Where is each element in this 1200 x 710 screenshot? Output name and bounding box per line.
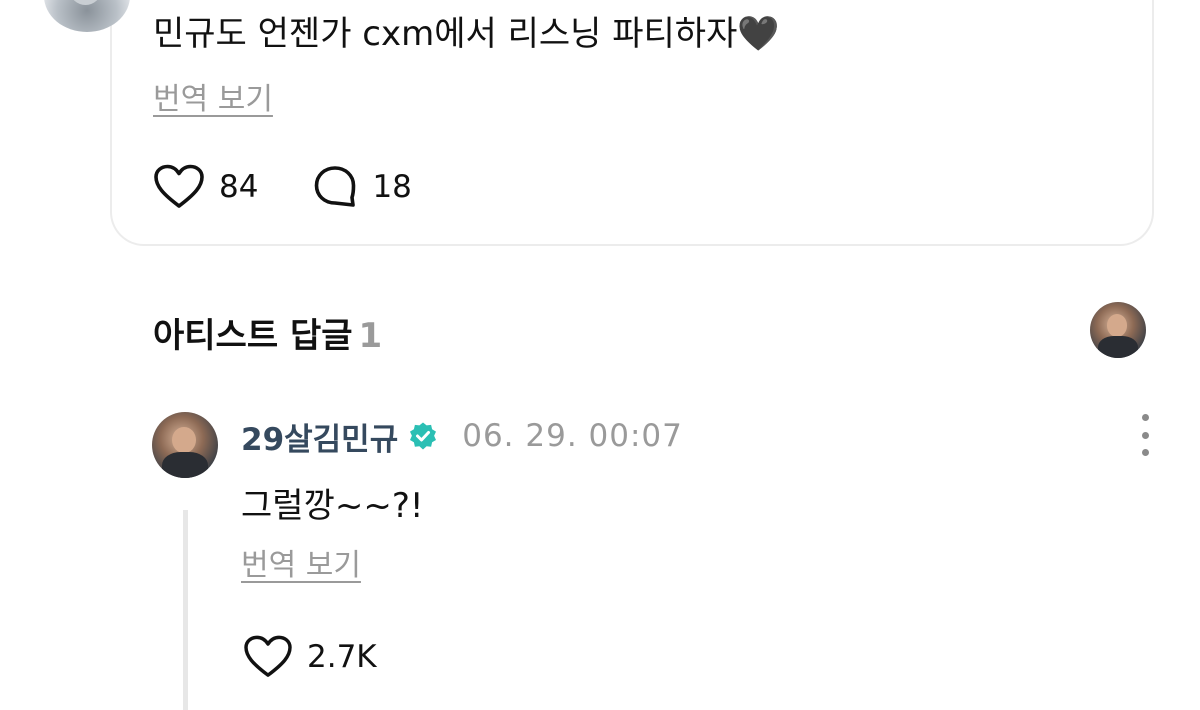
more-vertical-icon[interactable] — [1132, 414, 1158, 456]
post-text: 민규도 언젠가 cxm에서 리스닝 파티하자🖤 — [153, 6, 780, 55]
avatar-body — [161, 451, 209, 478]
black-heart-emoji: 🖤 — [737, 14, 780, 54]
post-body-text: 민규도 언젠가 cxm에서 리스닝 파티하자 — [153, 14, 738, 54]
comment-bubble-icon — [315, 166, 356, 207]
artist-replies-heading: 아티스트 답글 1 — [153, 308, 382, 357]
reply-actions: 2.7K — [243, 632, 431, 682]
reply-author-name[interactable]: 29살김민규 — [241, 414, 398, 459]
avatar-face — [69, 0, 101, 5]
avatar-face — [171, 426, 196, 453]
verified-badge-icon — [410, 422, 437, 450]
artist-replies-count: 1 — [358, 316, 383, 356]
more-dot — [1141, 449, 1149, 456]
reply-header: 29살김민규 06. 29. 00:07 — [241, 414, 683, 458]
reply-timestamp: 06. 29. 00:07 — [462, 418, 683, 454]
reply-like-count: 2.7K — [307, 639, 377, 675]
reply-like-button[interactable]: 2.7K — [243, 635, 377, 679]
post-like-button[interactable]: 84 — [153, 164, 258, 210]
artist-avatar[interactable] — [1090, 302, 1146, 358]
more-dot — [1141, 431, 1149, 439]
heart-icon — [154, 164, 204, 208]
post-like-count: 84 — [219, 169, 259, 205]
post-comment-count: 18 — [372, 169, 412, 205]
avatar-body — [1098, 335, 1138, 358]
reply-translate-link[interactable]: 번역 보기 — [241, 540, 361, 584]
thread-line — [183, 510, 188, 710]
post-actions: 84 18 — [153, 162, 466, 212]
more-dot — [1141, 414, 1149, 421]
avatar-face — [1106, 314, 1127, 337]
reply-text: 그럴깡~~?! — [241, 486, 424, 526]
post-translate-link[interactable]: 번역 보기 — [153, 74, 273, 118]
reply-author-avatar[interactable] — [152, 412, 218, 478]
post-comment-button[interactable]: 18 — [312, 164, 412, 210]
heart-icon — [244, 635, 292, 677]
artist-replies-title: 아티스트 답글 — [153, 316, 353, 356]
